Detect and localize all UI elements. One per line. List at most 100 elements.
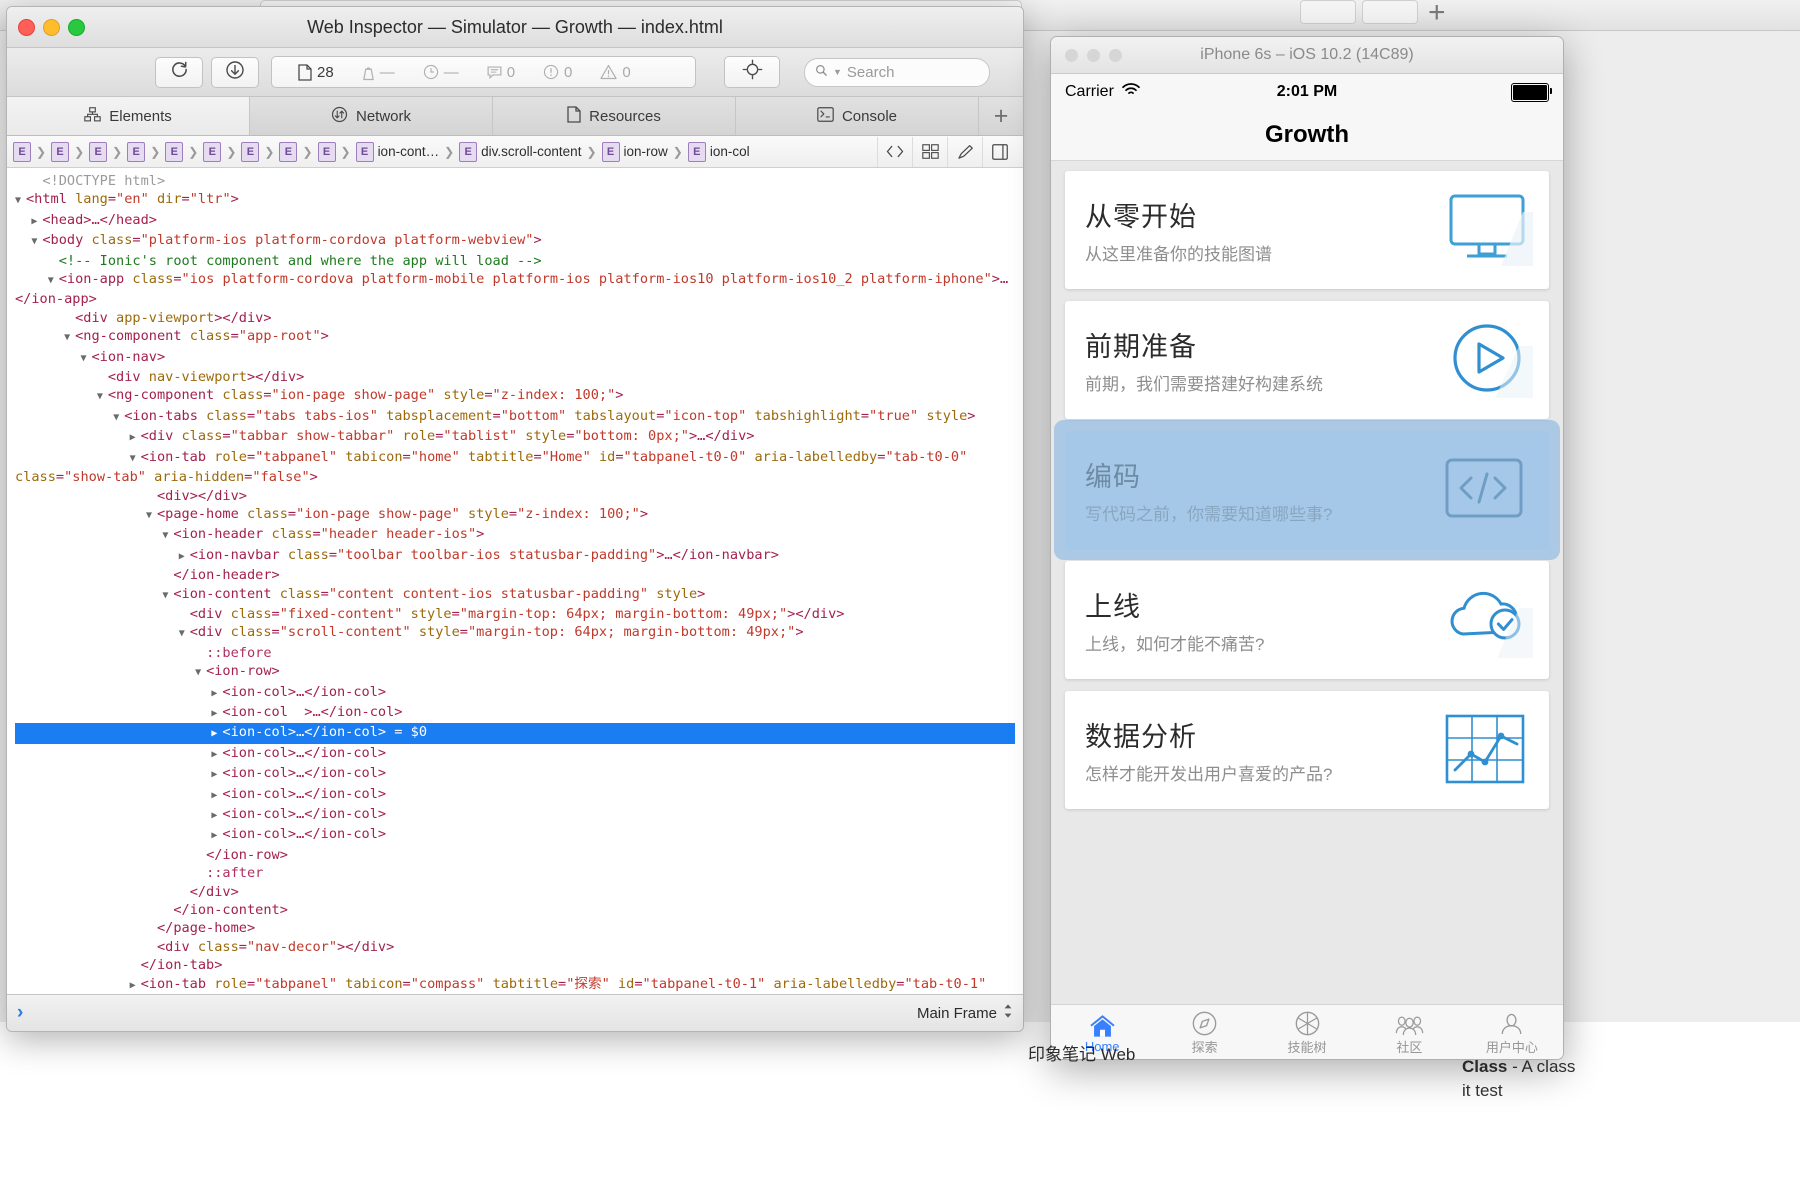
breadcrumb-item[interactable]: E <box>241 141 260 162</box>
dom-node[interactable]: <page-home class="ion-page show-page" st… <box>15 505 1015 525</box>
dom-node[interactable]: <div></div> <box>15 487 1015 505</box>
breadcrumb-item[interactable]: Eion-row <box>601 141 668 162</box>
reload-button[interactable] <box>155 56 203 88</box>
dom-node[interactable]: <head>…</head> <box>15 211 1015 231</box>
dom-node[interactable]: </div> <box>15 883 1015 901</box>
stat-errors[interactable]: 0 <box>531 64 584 81</box>
breadcrumb-item[interactable]: Ediv.scroll-content <box>459 141 581 162</box>
dom-node[interactable]: <ion-col >…</ion-col> <box>15 703 1015 723</box>
dom-node[interactable]: </ion-tab> <box>15 956 1015 974</box>
dom-node[interactable]: <div class="nav-decor"></div> <box>15 938 1015 956</box>
dom-node[interactable]: <ng-component class="app-root"> <box>15 327 1015 347</box>
disclosure-closed-icon[interactable] <box>211 827 222 845</box>
dom-node[interactable]: <!-- Ionic's root component and where th… <box>15 252 1015 270</box>
add-tab-button[interactable]: + <box>979 97 1023 135</box>
disclosure-open-icon[interactable] <box>15 192 26 210</box>
dom-node[interactable]: <ion-col>…</ion-col> <box>15 785 1015 805</box>
app-tab-profile[interactable]: 用户中心 <box>1461 1005 1563 1059</box>
breadcrumb-item[interactable]: E <box>317 141 336 162</box>
app-tab-explore[interactable]: 探索 <box>1153 1005 1255 1059</box>
disclosure-open-icon[interactable] <box>80 350 91 368</box>
dom-node[interactable]: <div class="tabbar show-tabbar" role="ta… <box>15 427 1015 447</box>
dom-node[interactable]: <ng-component class="ion-page show-page"… <box>15 386 1015 406</box>
tab-elements[interactable]: Elements <box>7 97 250 135</box>
frame-selector[interactable]: Main Frame <box>917 1003 1013 1023</box>
dom-node[interactable]: <div class="scroll-content" style="margi… <box>15 623 1015 643</box>
tab-resources[interactable]: Resources <box>493 97 736 135</box>
expand-console-button[interactable]: › <box>17 1002 23 1024</box>
dom-node[interactable]: </ion-header> <box>15 566 1015 584</box>
dom-node[interactable]: <div nav-viewport></div> <box>15 368 1015 386</box>
dom-node[interactable]: <ion-col>…</ion-col> <box>15 683 1015 703</box>
dom-node[interactable]: <ion-tabs class="tabs tabs-ios" tabsplac… <box>15 407 1015 427</box>
dom-node[interactable]: <ion-nav> <box>15 348 1015 368</box>
app-card[interactable]: 编码 写代码之前，你需要知道哪些事? <box>1065 431 1549 549</box>
background-new-tab-button[interactable]: + <box>1428 0 1446 30</box>
disclosure-open-icon[interactable] <box>146 507 157 525</box>
dom-node[interactable]: <body class="platform-ios platform-cordo… <box>15 231 1015 251</box>
breadcrumb-item[interactable]: E <box>89 141 108 162</box>
dom-node-selected[interactable]: <ion-col>…</ion-col> = $0 <box>15 723 1015 744</box>
dom-node[interactable]: <ion-navbar class="toolbar toolbar-ios s… <box>15 546 1015 566</box>
dom-node[interactable]: </page-home> <box>15 919 1015 937</box>
stat-size[interactable]: — <box>350 64 407 81</box>
panel-toggle-icon[interactable] <box>982 136 1017 167</box>
disclosure-open-icon[interactable] <box>162 527 173 545</box>
breadcrumb-item[interactable]: E <box>165 141 184 162</box>
app-tab-skilltree[interactable]: 技能树 <box>1256 1005 1358 1059</box>
disclosure-open-icon[interactable] <box>48 272 59 290</box>
dom-node[interactable]: <ion-content class="content content-ios … <box>15 585 1015 605</box>
dom-node[interactable]: <ion-col>…</ion-col> <box>15 825 1015 845</box>
disclosure-closed-icon[interactable] <box>211 746 222 764</box>
dom-node[interactable]: </ion-row> <box>15 846 1015 864</box>
dom-node[interactable]: ::after <box>15 864 1015 882</box>
dom-node[interactable]: <div app-viewport></div> <box>15 309 1015 327</box>
dom-node[interactable]: <div class="fixed-content" style="margin… <box>15 605 1015 623</box>
app-tab-community[interactable]: 社区 <box>1358 1005 1460 1059</box>
breadcrumb-item[interactable]: E <box>51 141 70 162</box>
dom-node[interactable]: </ion-content> <box>15 901 1015 919</box>
disclosure-open-icon[interactable] <box>113 409 124 427</box>
app-card-list[interactable]: 从零开始 从这里准备你的技能图谱 前期准备 前期，我们需要搭建好构建系统 编码 写代码之前… <box>1051 161 1563 1004</box>
disclosure-open-icon[interactable] <box>31 233 42 251</box>
code-brackets-icon[interactable] <box>877 136 912 167</box>
disclosure-open-icon[interactable] <box>179 625 190 643</box>
disclosure-open-icon[interactable] <box>64 329 75 347</box>
dom-tree-code[interactable]: <!DOCTYPE html><html lang="en" dir="ltr"… <box>7 172 1023 994</box>
breadcrumb-item[interactable]: E <box>13 141 31 162</box>
breadcrumb-item[interactable]: E <box>279 141 298 162</box>
disclosure-closed-icon[interactable] <box>211 685 222 703</box>
inspector-search-box[interactable]: ▼ Search <box>804 57 990 87</box>
grid-icon[interactable] <box>912 136 947 167</box>
background-toolbar-button-a[interactable] <box>1300 0 1356 24</box>
disclosure-closed-icon[interactable] <box>211 766 222 784</box>
disclosure-closed-icon[interactable] <box>211 705 222 723</box>
dom-node[interactable]: <ion-col>…</ion-col> <box>15 744 1015 764</box>
app-card[interactable]: 上线 上线，如何才能不痛苦? <box>1065 561 1549 679</box>
dom-node[interactable]: <!DOCTYPE html> <box>15 172 1015 190</box>
app-card[interactable]: 数据分析 怎样才能开发出用户喜爱的产品? <box>1065 691 1549 809</box>
inspect-element-button[interactable] <box>724 56 780 88</box>
stat-time[interactable]: — <box>411 64 471 81</box>
background-toolbar-button-b[interactable] <box>1362 0 1418 24</box>
disclosure-closed-icon[interactable] <box>31 213 42 231</box>
disclosure-closed-icon[interactable] <box>211 725 222 743</box>
stat-warnings[interactable]: 0 <box>588 64 642 81</box>
pencil-icon[interactable] <box>947 136 982 167</box>
disclosure-open-icon[interactable] <box>97 388 108 406</box>
breadcrumb-item[interactable]: Eion-cont… <box>355 141 439 162</box>
dom-node[interactable]: <html lang="en" dir="ltr"> <box>15 190 1015 210</box>
disclosure-closed-icon[interactable] <box>211 807 222 825</box>
dom-node[interactable]: <ion-row> <box>15 662 1015 682</box>
download-button[interactable] <box>211 56 259 88</box>
breadcrumb-item[interactable]: E <box>203 141 222 162</box>
disclosure-open-icon[interactable] <box>195 664 206 682</box>
stat-logs[interactable]: 0 <box>475 64 527 81</box>
tab-network[interactable]: Network <box>250 97 493 135</box>
disclosure-open-icon[interactable] <box>130 450 141 468</box>
disclosure-closed-icon[interactable] <box>211 787 222 805</box>
dom-node[interactable]: <ion-col>…</ion-col> <box>15 764 1015 784</box>
dom-node[interactable]: <ion-header class="header header-ios"> <box>15 525 1015 545</box>
app-card[interactable]: 前期准备 前期，我们需要搭建好构建系统 <box>1065 301 1549 419</box>
disclosure-closed-icon[interactable] <box>130 429 141 447</box>
